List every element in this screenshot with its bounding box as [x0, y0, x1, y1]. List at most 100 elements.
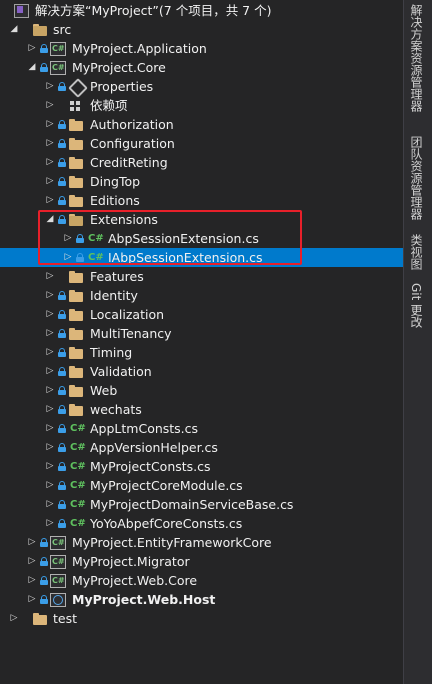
folder-icon — [68, 193, 84, 208]
lock-icon — [58, 310, 66, 319]
lock-icon — [40, 557, 48, 566]
lock-icon — [40, 576, 48, 585]
chevron-right-icon[interactable]: ▷ — [45, 518, 55, 529]
tree-item-label: DingTop — [90, 174, 141, 189]
chevron-right-icon[interactable]: ▷ — [45, 271, 55, 282]
tree-item-identity[interactable]: ▷ Identity — [0, 286, 403, 305]
csharp-file-icon: C# — [70, 499, 86, 510]
chevron-right-icon[interactable]: ▷ — [45, 81, 55, 92]
chevron-right-icon[interactable]: ▷ — [27, 556, 37, 567]
chevron-right-icon[interactable]: ▷ — [45, 100, 55, 111]
tree-item-project-application[interactable]: ▷ C# MyProject.Application — [0, 39, 403, 58]
side-tab-strip: 解决方案资源管理器 团队资源管理器 类视图 Git 更改 — [403, 0, 432, 684]
csharp-file-icon: C# — [70, 423, 86, 434]
tree-item-project-webhost[interactable]: ▷ MyProject.Web.Host — [0, 590, 403, 609]
folder-icon — [32, 22, 48, 37]
lock-icon — [58, 462, 66, 471]
chevron-right-icon[interactable]: ▷ — [45, 119, 55, 130]
lock-icon — [58, 82, 66, 91]
tree-item-label: Localization — [90, 307, 165, 322]
tab-git-changes[interactable]: Git 更改 — [408, 283, 425, 328]
chevron-right-icon[interactable]: ▷ — [45, 442, 55, 453]
chevron-right-icon[interactable]: ▷ — [45, 195, 55, 206]
tree-item-myprojectconsts[interactable]: ▷ C# MyProjectConsts.cs — [0, 457, 403, 476]
tree-item-properties[interactable]: ▷ Properties — [0, 77, 403, 98]
tree-item-label: Validation — [90, 364, 152, 379]
chevron-right-icon[interactable]: ▷ — [45, 385, 55, 396]
folder-icon — [68, 326, 84, 341]
tree-item-yoyoabpefcoreconsts[interactable]: ▷ C# YoYoAbpefCoreConsts.cs — [0, 514, 403, 533]
folder-icon — [68, 383, 84, 398]
csharp-file-icon: C# — [70, 480, 86, 491]
chevron-right-icon[interactable]: ▷ — [27, 537, 37, 548]
chevron-right-icon[interactable]: ▷ — [45, 157, 55, 168]
tree-item-label: CreditReting — [90, 155, 168, 170]
chevron-right-icon[interactable]: ▷ — [9, 613, 19, 624]
lock-icon — [58, 443, 66, 452]
dependencies-icon — [68, 98, 84, 113]
tree-item-label: Properties — [90, 79, 154, 94]
lock-icon — [58, 519, 66, 528]
tree-item-timing[interactable]: ▷ Timing — [0, 343, 403, 362]
tree-item-myprojectdomainservicebase[interactable]: ▷ C# MyProjectDomainServiceBase.cs — [0, 495, 403, 514]
tree-item-project-core[interactable]: ◢ C# MyProject.Core — [0, 58, 403, 77]
tree-item-localization[interactable]: ▷ Localization — [0, 305, 403, 324]
tree-item-editions[interactable]: ▷ Editions — [0, 191, 403, 210]
solution-icon — [13, 3, 29, 18]
tree-item-label: Identity — [90, 288, 138, 303]
tree-item-dependencies[interactable]: ▷ 依赖项 — [0, 96, 403, 115]
chevron-right-icon[interactable]: ▷ — [27, 575, 37, 586]
tree-item-creditreting[interactable]: ▷ CreditReting — [0, 153, 403, 172]
chevron-right-icon[interactable]: ▷ — [45, 461, 55, 472]
chevron-right-icon[interactable]: ▷ — [45, 176, 55, 187]
chevron-right-icon[interactable]: ▷ — [45, 366, 55, 377]
tree-item-configuration[interactable]: ▷ Configuration — [0, 134, 403, 153]
tree-item-project-migrator[interactable]: ▷ C# MyProject.Migrator — [0, 552, 403, 571]
tree-item-appltmconsts[interactable]: ▷ C# AppLtmConsts.cs — [0, 419, 403, 438]
chevron-right-icon[interactable]: ▷ — [27, 43, 37, 54]
tree-item-myprojectcoremodule[interactable]: ▷ C# MyProjectCoreModule.cs — [0, 476, 403, 495]
tree-item-solution[interactable]: 解决方案“MyProject”(7 个项目，共 7 个) — [0, 1, 403, 20]
chevron-right-icon[interactable]: ▷ — [45, 309, 55, 320]
chevron-right-icon[interactable]: ▷ — [45, 347, 55, 358]
tree-item-features[interactable]: ▷ Features — [0, 267, 403, 286]
chevron-right-icon[interactable]: ▷ — [45, 499, 55, 510]
tree-item-authorization[interactable]: ▷ Authorization — [0, 115, 403, 134]
tab-team-explorer[interactable]: 团队资源管理器 — [408, 136, 425, 220]
tree-item-dingtop[interactable]: ▷ DingTop — [0, 172, 403, 191]
tree-item-web[interactable]: ▷ Web — [0, 381, 403, 400]
chevron-right-icon[interactable]: ▷ — [45, 423, 55, 434]
tree-item-test[interactable]: ▷ test — [0, 609, 403, 628]
chevron-down-icon[interactable]: ◢ — [9, 24, 19, 35]
folder-icon — [68, 117, 84, 132]
chevron-right-icon[interactable]: ▷ — [45, 138, 55, 149]
tree-item-project-webcore[interactable]: ▷ C# MyProject.Web.Core — [0, 571, 403, 590]
tree-item-multitenancy[interactable]: ▷ MultiTenancy — [0, 324, 403, 343]
tree-item-label: test — [53, 611, 78, 626]
tree-item-src[interactable]: ◢ src — [0, 20, 403, 39]
tree-item-label: MyProject.Core — [72, 60, 166, 75]
tree-item-label: MyProjectConsts.cs — [90, 459, 211, 474]
tree-item-wechats[interactable]: ▷ wechats — [0, 400, 403, 419]
chevron-right-icon[interactable]: ▷ — [45, 290, 55, 301]
tree-item-label: MyProjectCoreModule.cs — [90, 478, 243, 493]
chevron-down-icon[interactable]: ◢ — [27, 62, 37, 73]
tree-item-label: Editions — [90, 193, 140, 208]
chevron-right-icon[interactable]: ▷ — [45, 404, 55, 415]
tree-item-project-efcore[interactable]: ▷ C# MyProject.EntityFrameworkCore — [0, 533, 403, 552]
tab-solution-explorer[interactable]: 解决方案资源管理器 — [408, 4, 425, 112]
chevron-right-icon[interactable]: ▷ — [45, 480, 55, 491]
folder-icon — [68, 155, 84, 170]
chevron-right-icon[interactable]: ▷ — [27, 594, 37, 605]
chevron-right-icon[interactable]: ▷ — [45, 328, 55, 339]
folder-icon — [68, 174, 84, 189]
tree-item-label: MyProject.Application — [72, 41, 207, 56]
folder-icon — [68, 402, 84, 417]
tree-item-appversionhelper[interactable]: ▷ C# AppVersionHelper.cs — [0, 438, 403, 457]
tab-class-view[interactable]: 类视图 — [408, 234, 425, 270]
lock-icon — [58, 158, 66, 167]
web-project-icon — [50, 592, 66, 607]
tree-item-validation[interactable]: ▷ Validation — [0, 362, 403, 381]
tree-item-label: Timing — [90, 345, 133, 360]
lock-icon — [58, 291, 66, 300]
